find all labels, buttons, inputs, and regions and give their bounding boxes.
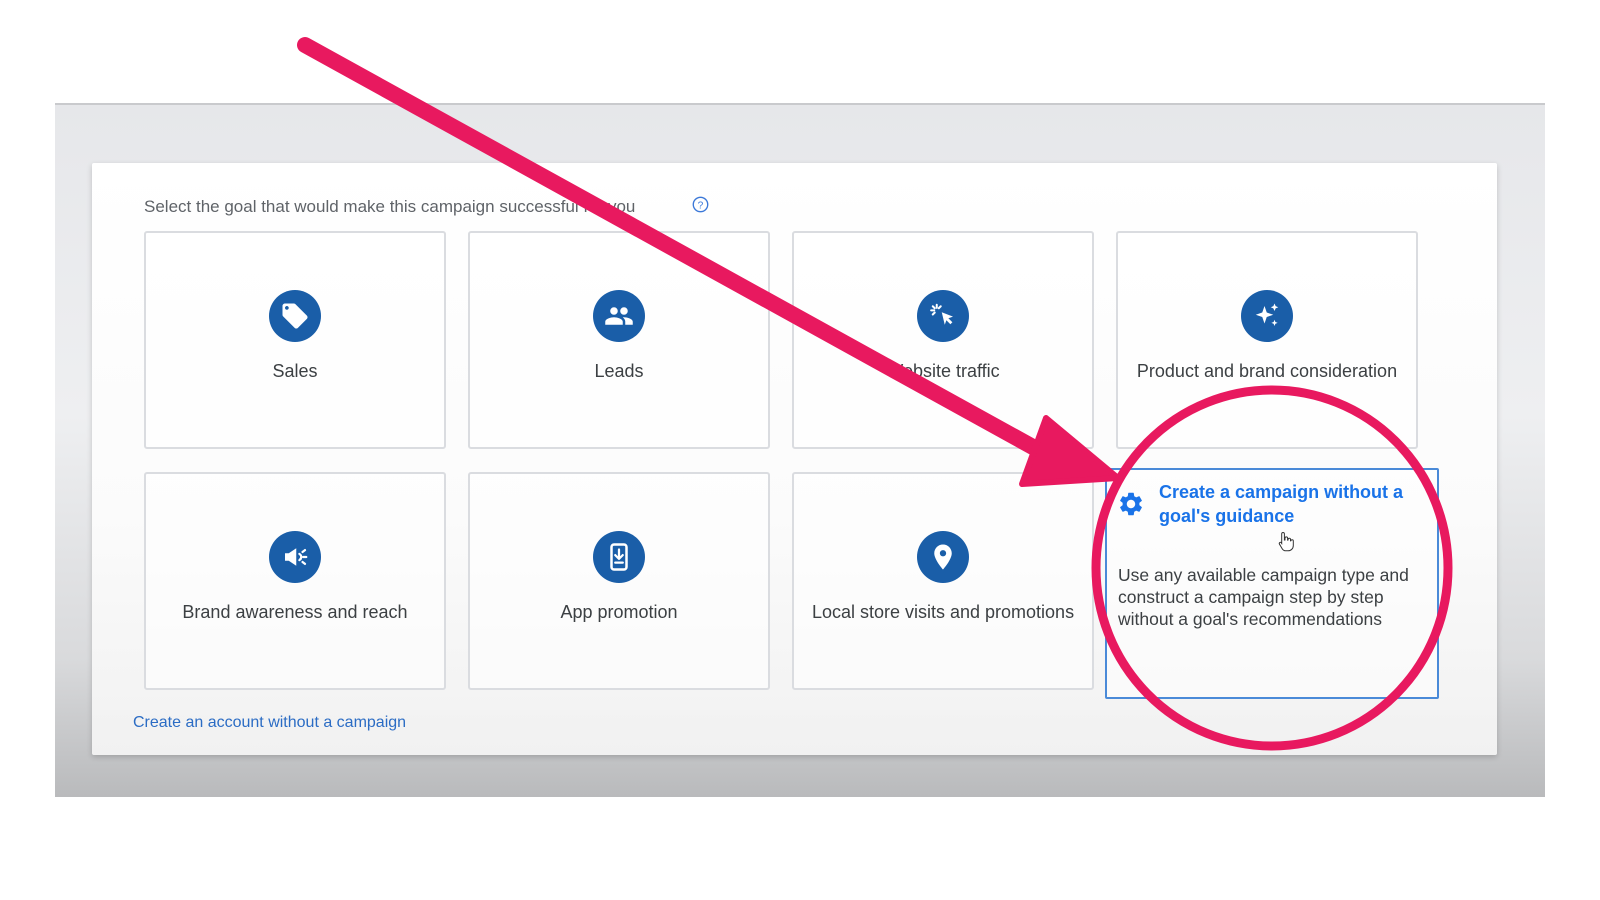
- goal-card-brand-awareness[interactable]: Brand awareness and reach: [144, 472, 446, 690]
- goal-card-leads[interactable]: Leads: [468, 231, 770, 449]
- sparkle-icon: [1241, 290, 1293, 342]
- gear-icon: [1120, 492, 1142, 516]
- megaphone-icon: [269, 531, 321, 583]
- goal-label: Sales: [272, 361, 318, 381]
- goal-label: App promotion: [560, 602, 678, 622]
- help-icon[interactable]: ?: [692, 196, 709, 213]
- goal-label: Brand awareness and reach: [182, 602, 408, 622]
- create-account-without-campaign-link[interactable]: Create an account without a campaign: [133, 714, 406, 732]
- people-icon: [593, 290, 645, 342]
- cursor-click-icon: [917, 290, 969, 342]
- goal-card-sales[interactable]: Sales: [144, 231, 446, 449]
- goal-card-local-store-visits[interactable]: Local store visits and promotions: [792, 472, 1094, 690]
- goal-card-product-brand-consideration[interactable]: Product and brand consideration: [1116, 231, 1418, 449]
- goal-card-website-traffic[interactable]: Website traffic: [792, 231, 1094, 449]
- goal-label: Website traffic: [886, 361, 1000, 381]
- tag-icon: [269, 290, 321, 342]
- no-goal-option-description: Use any available campaign type and cons…: [1118, 565, 1409, 629]
- svg-text:?: ?: [698, 200, 704, 211]
- hand-cursor-icon: [1278, 531, 1294, 552]
- goal-card-app-promotion[interactable]: App promotion: [468, 472, 770, 690]
- goal-label: Leads: [594, 361, 644, 381]
- location-pin-icon: [917, 531, 969, 583]
- no-goal-option-title[interactable]: Create a campaign without a goal's guida…: [1159, 480, 1427, 528]
- phone-download-icon: [593, 531, 645, 583]
- goal-label: Product and brand consideration: [1136, 361, 1398, 381]
- no-goal-campaign-option[interactable]: Create a campaign without a goal's guida…: [1105, 468, 1439, 699]
- goal-label: Local store visits and promotions: [811, 602, 1075, 622]
- goal-heading: Select the goal that would make this cam…: [144, 197, 636, 216]
